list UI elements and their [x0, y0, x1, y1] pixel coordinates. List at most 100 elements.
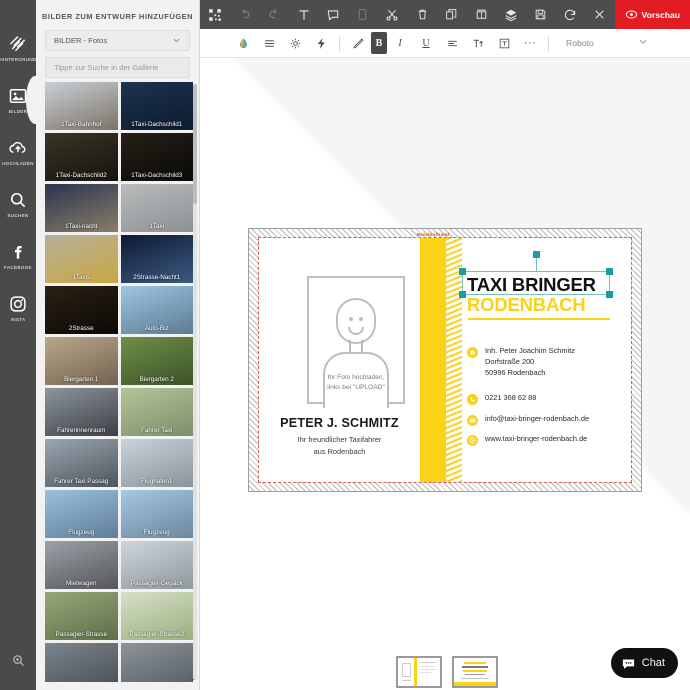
refresh-button[interactable] — [555, 0, 585, 29]
gallery-thumbnail[interactable]: 2Strasse — [45, 286, 118, 334]
design-canvas-area[interactable]: Beschnittrand Ihr Foto hochladen, links … — [200, 58, 690, 690]
card-contact-email[interactable]: info@taxi-bringer-rodenbach.de — [467, 414, 589, 426]
redo-button[interactable] — [259, 0, 289, 29]
resize-handle-top-right[interactable] — [606, 268, 613, 275]
gallery-thumbnail[interactable]: 2Strasse-Nacht1 — [120, 235, 193, 283]
gallery-thumbnail[interactable]: Passagier-Strasse2 — [120, 592, 193, 640]
sidebar-item-suchen[interactable]: SUCHEN — [0, 182, 36, 226]
sidebar-item-hintergrund[interactable]: HINTERGRUND — [0, 26, 36, 70]
redo-icon — [269, 8, 277, 19]
gallery-search-input[interactable]: Tippe zur Suche in der Gallerie — [45, 57, 190, 78]
gallery-thumbnail-caption: Fahrer Taxi Passag — [54, 478, 109, 485]
card-contact-website[interactable]: www.taxi-bringer-rodenbach.de — [467, 434, 587, 446]
pen-button[interactable] — [345, 32, 371, 54]
gallery-thumbnail-caption: Fahrerinnenraum — [57, 427, 106, 434]
more-options-button[interactable]: ··· — [517, 32, 543, 54]
page-thumbnail-1[interactable] — [396, 656, 442, 688]
layers-button[interactable] — [496, 0, 526, 29]
text-size-button[interactable] — [465, 32, 491, 54]
delete-icon — [418, 9, 426, 20]
gallery-thumbnail[interactable]: 1Taxi-nacht — [45, 184, 118, 232]
align-button[interactable] — [466, 0, 496, 29]
gallery-thumbnail[interactable]: Flughafen1 — [120, 439, 193, 487]
card-person-name[interactable]: PETER J. SCHMITZ — [259, 416, 420, 430]
sidebar-item-bilder[interactable]: BILDER — [0, 76, 44, 124]
chat-button[interactable]: Chat — [610, 648, 678, 678]
category-select[interactable]: BILDER - Fotos — [45, 30, 190, 51]
gallery-thumbnail[interactable]: 1Taxi — [120, 184, 193, 232]
save-button[interactable] — [526, 0, 556, 29]
card-brand-line2[interactable]: RODENBACH — [467, 294, 586, 316]
bleed-label: Beschnittrand — [417, 232, 450, 237]
undo-button[interactable] — [230, 0, 260, 29]
add-text-button[interactable] — [289, 0, 319, 29]
list-button[interactable] — [256, 32, 282, 54]
upload-cloud-icon — [9, 141, 26, 153]
globe-icon — [467, 434, 478, 446]
gallery-thumbnail[interactable]: Biergarten 1 — [45, 337, 118, 385]
card-website-text: www.taxi-bringer-rodenbach.de — [485, 434, 588, 443]
gallery-thumbnail-caption: Flugzeug — [68, 529, 95, 536]
delete-button[interactable] — [407, 0, 437, 29]
resize-handle-bottom-right[interactable] — [606, 291, 613, 298]
gallery-thumbnail[interactable]: 1Taxi-Dachschild3 — [120, 133, 193, 181]
gallery-thumbnail[interactable]: Fahrer Taxi Passag — [45, 439, 118, 487]
align-left-button[interactable] — [439, 32, 465, 54]
card-tagline[interactable]: Ihr freundlicher Taxifahrer aus Rodenbac… — [259, 434, 420, 457]
cut-button[interactable] — [378, 0, 408, 29]
gallery-thumbnail[interactable]: Biergarten 2 — [120, 337, 193, 385]
gallery-thumbnail[interactable]: 1Taxis — [45, 235, 118, 283]
underline-button[interactable]: U — [413, 32, 439, 54]
gallery-thumbnail[interactable] — [45, 643, 118, 682]
gallery-thumbnail[interactable]: Auto-Biz — [120, 286, 193, 334]
bold-button[interactable]: B — [371, 32, 387, 54]
gallery-scrollbar[interactable] — [193, 84, 197, 680]
sidebar-item-insta[interactable]: INSTA — [0, 286, 36, 330]
shape-icon — [327, 9, 339, 21]
effects-button[interactable] — [308, 32, 334, 54]
sidebar-item-facebook[interactable]: FACEBOOK — [0, 234, 36, 278]
card-contact-address[interactable]: Inh. Peter Joachim Schmitz Dorfstraße 20… — [467, 346, 575, 378]
scroll-down-icon[interactable]: ⌄ — [188, 673, 196, 684]
gallery-thumbnail[interactable]: 1Taxi-Bahnhof — [45, 82, 118, 130]
mail-icon — [467, 414, 478, 426]
brightness-button[interactable] — [282, 32, 308, 54]
paste-button[interactable] — [348, 0, 378, 29]
main-toolbar: Vorschau — [200, 0, 690, 29]
rotate-handle[interactable] — [532, 251, 540, 258]
gallery-thumbnail[interactable]: Passagier-Strasse — [45, 592, 118, 640]
font-chevron-button[interactable] — [638, 34, 648, 52]
page-thumbnail-2[interactable] — [452, 656, 498, 688]
duplicate-button[interactable] — [437, 0, 467, 29]
italic-button[interactable]: I — [387, 32, 413, 54]
font-family-select[interactable]: Roboto — [566, 38, 594, 48]
zoom-in-button[interactable] — [0, 653, 36, 668]
gallery-thumbnail[interactable]: Fahrerinnenraum — [45, 388, 118, 436]
selection-box[interactable] — [459, 251, 613, 298]
sidebar-label-hintergrund: HINTERGRUND — [0, 57, 37, 62]
qr-button[interactable] — [200, 0, 230, 29]
gallery-thumbnail[interactable]: Passagier-Gepäck — [120, 541, 193, 589]
gallery-thumbnail[interactable]: 1Taxi-Dachschild1 — [120, 82, 193, 130]
gallery-thumbnail[interactable]: 1Taxi-Dachschild2 — [45, 133, 118, 181]
text-box-button[interactable] — [491, 32, 517, 54]
card-contact-phone[interactable]: 0221 368 62 88 — [467, 393, 536, 405]
gallery-thumbnail[interactable]: Flugzeug — [45, 490, 118, 538]
gallery-scrollbar-thumb[interactable] — [193, 84, 197, 204]
resize-handle-top-left[interactable] — [459, 268, 466, 275]
card-brand-rule — [468, 318, 610, 320]
business-card-design[interactable]: Beschnittrand Ihr Foto hochladen, links … — [248, 228, 642, 492]
address-line2: Dorfstraße 200 — [485, 356, 535, 366]
sidebar-item-hochladen[interactable]: HOCHLADEN — [0, 130, 36, 174]
gallery-thumbnail[interactable]: Mietwagen — [45, 541, 118, 589]
gallery-grid-wrapper: 1Taxi-Bahnhof 1Taxi-Dachschild1 1Taxi-Dach… — [45, 82, 193, 682]
color-drop-button[interactable] — [230, 32, 256, 54]
shape-button[interactable] — [318, 0, 348, 29]
close-button[interactable] — [585, 0, 615, 29]
gallery-thumbnail[interactable]: Fahrer Taxi — [120, 388, 193, 436]
preview-button[interactable]: Vorschau — [614, 0, 690, 29]
photo-placeholder[interactable]: Ihr Foto hochladen, links bei "UPLOAD" — [307, 276, 405, 408]
gallery-thumbnail[interactable]: Flugzeug — [120, 490, 193, 538]
resize-handle-bottom-left[interactable] — [459, 291, 466, 298]
gallery-thumbnail[interactable] — [120, 643, 193, 682]
